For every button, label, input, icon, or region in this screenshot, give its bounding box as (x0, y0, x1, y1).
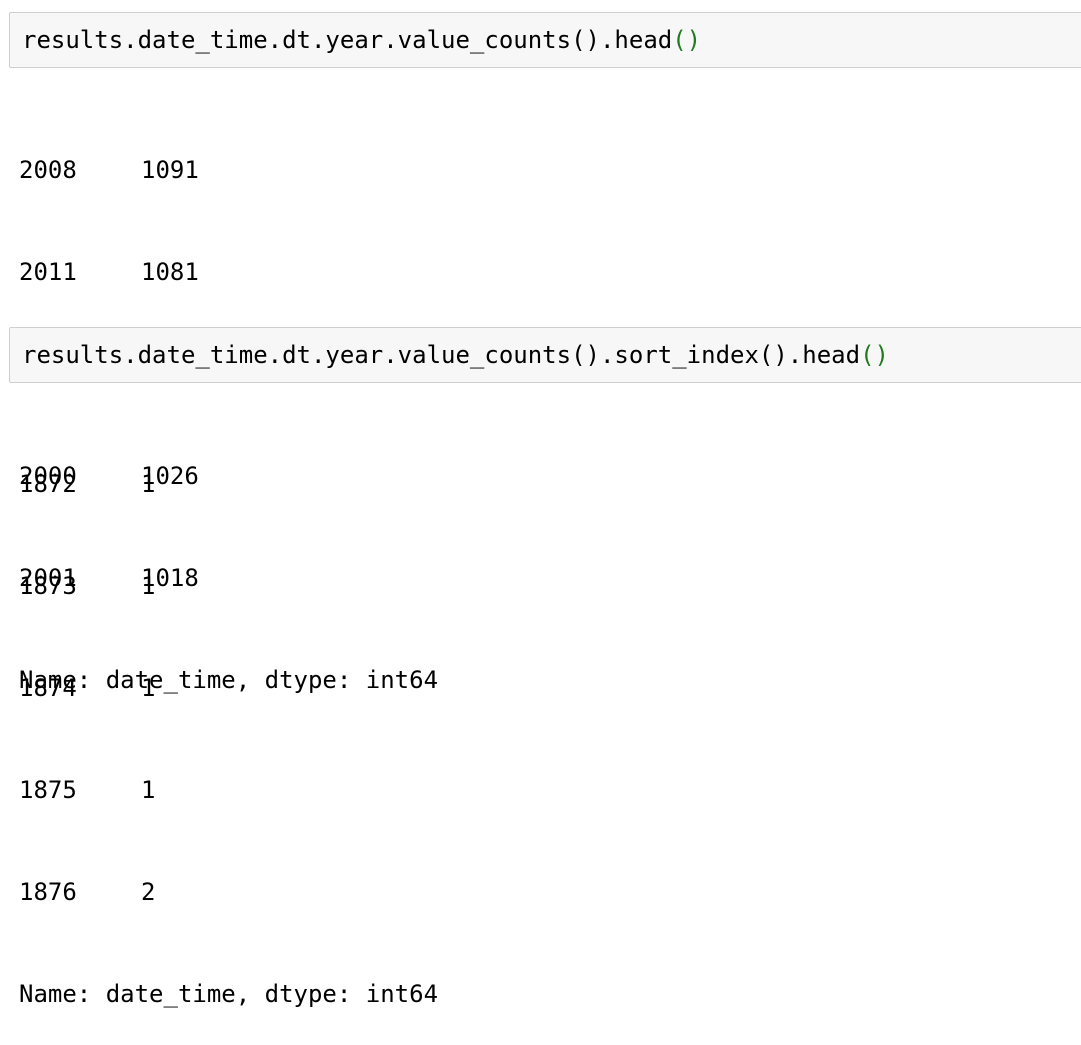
output-row: 1874 1 (19, 671, 438, 705)
output-footer: Name: date_time, dtype: int64 (19, 980, 439, 1008)
code-text-2[interactable]: results.date_time.dt.year.value_counts()… (22, 340, 889, 370)
output-row: 1875 1 (19, 773, 438, 807)
output-value: 1 (141, 776, 156, 804)
output-value: 1 (141, 674, 156, 702)
output-value: 1091 (141, 156, 199, 184)
output-row: 1872 1 (19, 467, 438, 501)
output-index: 1872 (19, 470, 77, 498)
output-index: 2011 (19, 258, 77, 286)
output-row: 2011 1081 (19, 255, 438, 289)
output-value: 1 (141, 572, 156, 600)
output-index: 1875 (19, 776, 77, 804)
output-index: 1874 (19, 674, 77, 702)
code-cell-input-1[interactable]: results.date_time.dt.year.value_counts()… (9, 12, 1081, 68)
code-parens: () (672, 26, 702, 54)
code-prefix: results.date_time.dt.year.value_counts()… (22, 26, 673, 54)
code-prefix: results.date_time.dt.year.value_counts()… (22, 341, 861, 369)
output-index: 2008 (19, 156, 77, 184)
output-value: 1081 (141, 258, 199, 286)
cell-output-2: 1872 1 1873 1 1874 1 1875 1 1876 2 Name:… (19, 399, 438, 1045)
output-value: 2 (141, 878, 156, 906)
output-row: 1876 2 (19, 875, 438, 909)
code-parens: () (860, 341, 889, 369)
output-value: 1 (141, 470, 156, 498)
code-text-1[interactable]: results.date_time.dt.year.value_counts()… (22, 25, 701, 55)
output-row: 2008 1091 (19, 153, 438, 187)
output-row: 1873 1 (19, 569, 438, 603)
code-cell-input-2[interactable]: results.date_time.dt.year.value_counts()… (9, 327, 1081, 383)
output-index: 1876 (19, 878, 77, 906)
output-index: 1873 (19, 572, 77, 600)
